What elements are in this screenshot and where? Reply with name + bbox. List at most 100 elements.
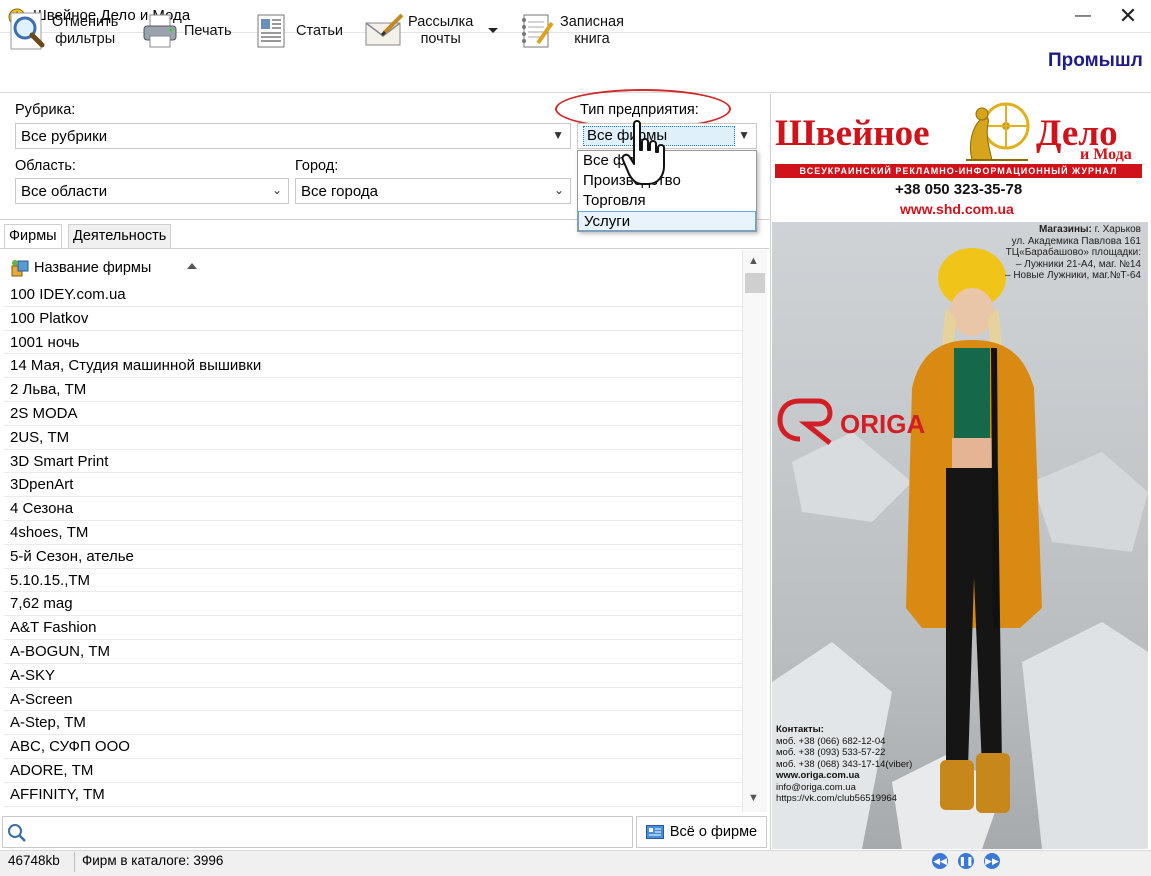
logo-title-part3: и Мода — [1080, 146, 1132, 163]
list-item[interactable]: 3D Smart Print — [4, 450, 742, 474]
mailing-label-2: почты — [420, 31, 461, 47]
list-item[interactable]: ADORE, ТМ — [4, 759, 742, 783]
ad-shop-line: ТЦ«Барабашово» площадки: — [1005, 247, 1141, 258]
ad-shop-line: – Новые Лужники, маг.№Т-64 — [1005, 270, 1141, 281]
magazine-url[interactable]: www.shd.com.ua — [900, 201, 1014, 217]
list-item[interactable]: ABC, СУФП ООО — [4, 735, 742, 759]
company-type-label: Тип предприятия: — [580, 102, 699, 118]
notebook-button[interactable]: Записная книга — [516, 9, 624, 53]
ad-social: https://vk.com/club56519964 — [776, 793, 897, 804]
sort-ascending-icon[interactable] — [186, 262, 198, 270]
promo-ticker[interactable]: Промышл — [1048, 50, 1143, 72]
mailing-label-1: Рассылка — [408, 14, 474, 30]
list-item[interactable]: 2US, ТМ — [4, 426, 742, 450]
search-input[interactable] — [2, 816, 633, 848]
ad-shops-city: г. Харьков — [1094, 224, 1141, 235]
printer-icon — [143, 14, 177, 48]
ad-shops-info: Магазины: г. Харьков ул. Академика Павло… — [985, 224, 1141, 282]
list-item[interactable]: 14 Мая, Студия машинной вышивки — [4, 354, 742, 379]
hand-pointer-icon — [621, 120, 665, 185]
list-item[interactable]: A-Screen — [4, 688, 742, 712]
print-label: Печать — [184, 22, 232, 39]
ad-contact-phone: моб. +38 (093) 533-57-22 — [776, 747, 886, 758]
search-icon — [8, 824, 26, 842]
firms-icon — [11, 260, 29, 277]
region-select[interactable]: Все области ⌄ — [15, 178, 289, 204]
firm-list: 100 IDEY.com.ua 100 Platkov 1001 ночь 14… — [4, 283, 742, 810]
about-firm-label: Всё о фирме — [669, 824, 758, 840]
list-item[interactable]: 7,62 mag — [4, 592, 742, 617]
region-label: Область: — [15, 158, 76, 174]
ad-website: www.origa.com.ua — [776, 770, 860, 781]
notebook-label-1: Записная — [560, 14, 624, 30]
list-item[interactable]: A&T Fashion — [4, 616, 742, 640]
ad-email: info@origa.com.ua — [776, 781, 856, 793]
ad-shop-line: ул. Академика Павлова 161 — [1011, 235, 1141, 247]
scroll-up-icon[interactable]: ▲ — [748, 255, 759, 267]
close-button[interactable]: ✕ — [1105, 0, 1151, 32]
pause-banner-icon[interactable]: ❚❚ — [958, 853, 974, 869]
city-value: Все города — [301, 182, 378, 200]
spinning-wheel-logo-icon — [966, 102, 1030, 161]
logo-title-part1: Швейное — [775, 113, 930, 154]
ad-shop-line: – Лужники 21-А4, маг. №14 — [1015, 258, 1141, 270]
list-item[interactable]: A-BOGUN, ТМ — [4, 640, 742, 664]
notebook-icon — [522, 14, 554, 48]
articles-label: Статьи — [296, 22, 343, 39]
list-item[interactable]: 3DpenArt — [4, 473, 742, 498]
envelope-pen-icon — [365, 13, 404, 46]
card-icon — [645, 825, 664, 839]
logo-subtitle: ВСЕУКРАИНСКИЙ РЕКЛАМНО-ИНФОРМАЦИОННЫЙ ЖУ… — [775, 164, 1142, 178]
print-button[interactable]: Печать — [140, 9, 232, 53]
memory-usage: 46748kb — [8, 853, 60, 868]
type-option-trade[interactable]: Торговля — [578, 191, 756, 211]
tab-firms[interactable]: Фирмы — [4, 224, 62, 248]
rubric-value: Все рубрики — [21, 127, 108, 145]
list-item[interactable]: 4shoes, ТМ — [4, 521, 742, 545]
region-value: Все области — [21, 182, 108, 200]
list-item[interactable]: 1001 ночь — [4, 331, 742, 355]
origa-brand-logo: ORIGA — [777, 398, 925, 445]
firm-name-column-header[interactable]: Название фирмы — [10, 256, 151, 280]
catalog-count: Фирм в каталоге: 3996 — [82, 853, 224, 868]
chevron-down-icon: ⌄ — [271, 183, 282, 197]
ad-shops-title: Магазины: — [1038, 224, 1092, 235]
mailing-button[interactable]: Рассылка почты — [364, 9, 473, 53]
about-firm-button[interactable]: Всё о фирме — [636, 816, 767, 848]
previous-banner-icon[interactable]: ◀◀ — [932, 853, 948, 869]
newspaper-icon — [257, 14, 285, 48]
chevron-down-icon: ⌄ — [553, 183, 564, 197]
list-item[interactable]: A-SKY — [4, 664, 742, 688]
list-item[interactable]: 5.10.15.,ТМ — [4, 569, 742, 593]
list-scrollbar[interactable] — [742, 250, 767, 812]
list-item[interactable]: 5-й Сезон, ателье — [4, 545, 742, 569]
city-select[interactable]: Все города ⌄ — [295, 178, 571, 204]
list-item[interactable]: AFFINITY, ТМ — [4, 783, 742, 807]
origa-brand-text: ORIGA — [840, 409, 925, 439]
rubric-select[interactable]: Все рубрики ▼ — [15, 123, 571, 149]
scroll-thumb[interactable] — [745, 273, 765, 293]
articles-button[interactable]: Статьи — [252, 9, 343, 53]
ad-contacts: Контакты: моб. +38 (066) 682-12-04 моб. … — [776, 724, 912, 805]
notebook-label-2: книга — [574, 31, 610, 47]
dropdown-arrow-icon: ▼ — [738, 128, 750, 142]
ad-contact-phone: моб. +38 (066) 682-12-04 — [776, 735, 886, 747]
minimize-button[interactable]: — — [1060, 0, 1106, 32]
firm-name-header-label: Название фирмы — [34, 260, 152, 276]
list-item[interactable]: 100 IDEY.com.ua — [4, 283, 742, 307]
cancel-filters-button[interactable]: Отменить фильтры — [8, 9, 118, 53]
tab-activity[interactable]: Деятельность — [68, 224, 172, 248]
ad-contact-phone: моб. +38 (068) 343-17-14(viber) — [776, 758, 913, 770]
list-item[interactable]: 100 Platkov — [4, 307, 742, 331]
list-item[interactable]: 2 Льва, ТМ — [4, 378, 742, 402]
list-item[interactable]: 2S MODA — [4, 402, 742, 426]
model-figure-image — [906, 248, 1042, 813]
cancel-filters-label-2: фильтры — [55, 31, 116, 47]
scroll-down-icon[interactable]: ▼ — [748, 792, 759, 804]
next-banner-icon[interactable]: ▶▶ — [984, 853, 1000, 869]
list-item[interactable]: A-Step, ТМ — [4, 711, 742, 736]
rubric-label: Рубрика: — [15, 102, 76, 118]
magnifier-icon — [10, 12, 45, 50]
list-item[interactable]: 4 Сезона — [4, 497, 742, 521]
mailing-dropdown-icon[interactable] — [485, 22, 501, 38]
